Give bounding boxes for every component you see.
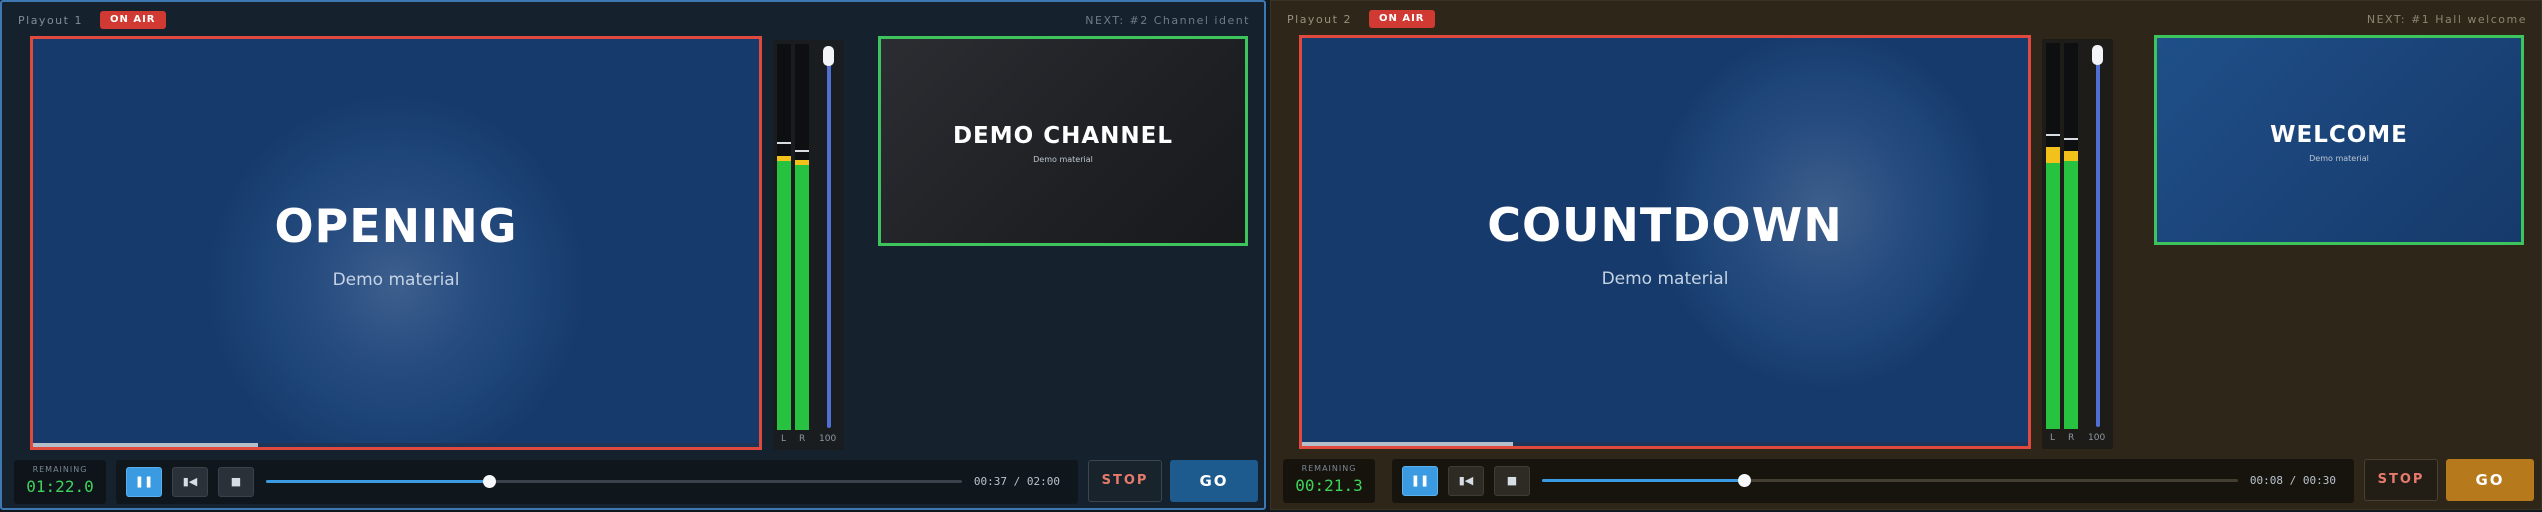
playout-panel-1: Playout 1 ON AIR NEXT: #2 Channel ident … bbox=[0, 0, 1266, 510]
vu-label-left: L bbox=[781, 434, 787, 444]
next-item-label: NEXT: #1 Hall welcome bbox=[2366, 13, 2527, 26]
program-subtitle: Demo material bbox=[1601, 269, 1729, 289]
volume-slider-handle[interactable] bbox=[2092, 45, 2103, 65]
program-title: OPENING bbox=[274, 199, 518, 253]
playout-title: Playout 2 bbox=[1287, 13, 1352, 26]
vu-peak-right bbox=[2064, 137, 2078, 140]
stop-icon: ■ bbox=[1506, 474, 1518, 487]
vu-level-left bbox=[2046, 147, 2060, 429]
playout-title: Playout 1 bbox=[18, 14, 83, 27]
pause-icon: ❚❚ bbox=[1410, 474, 1430, 487]
remaining-value: 00:21.3 bbox=[1295, 476, 1363, 495]
pause-icon: ❚❚ bbox=[134, 475, 154, 488]
preview-monitor: DEMO CHANNEL Demo material bbox=[878, 36, 1248, 246]
vu-label-right: R bbox=[2068, 433, 2075, 443]
vu-level-right bbox=[2064, 151, 2078, 429]
stop-button[interactable]: STOP bbox=[1088, 460, 1162, 502]
stop-transport-button[interactable]: ■ bbox=[1494, 466, 1530, 496]
preview-title: DEMO CHANNEL bbox=[952, 123, 1174, 149]
volume-slider-handle[interactable] bbox=[823, 46, 834, 66]
seek-fill bbox=[266, 480, 489, 483]
vu-level-right bbox=[795, 159, 809, 430]
remaining-label: REMAINING bbox=[1301, 464, 1357, 473]
volume-slider-track[interactable] bbox=[827, 50, 831, 428]
go-button[interactable]: GO bbox=[2446, 459, 2534, 501]
program-monitor: COUNTDOWN Demo material bbox=[1299, 35, 2031, 449]
vu-meter-right bbox=[795, 44, 809, 430]
pause-button[interactable]: ❚❚ bbox=[1402, 466, 1438, 496]
program-progress-bar bbox=[1302, 442, 1513, 446]
program-monitor: OPENING Demo material bbox=[30, 36, 762, 450]
seek-bar[interactable] bbox=[266, 475, 962, 488]
seek-bar[interactable] bbox=[1542, 474, 2238, 487]
go-button[interactable]: GO bbox=[1170, 460, 1258, 502]
remaining-time: REMAINING 01:22.0 bbox=[14, 460, 106, 504]
playout-panel-2: Playout 2 ON AIR NEXT: #1 Hall welcome C… bbox=[1270, 0, 2542, 510]
seek-fill bbox=[1542, 479, 1744, 482]
transport-bar: ❚❚ ▮◀ ■ 00:37 / 02:00 bbox=[116, 460, 1078, 504]
vu-label-left: L bbox=[2050, 433, 2056, 443]
volume-label: 100 bbox=[2088, 433, 2106, 443]
vu-meter-right bbox=[2064, 43, 2078, 429]
program-progress-bar bbox=[33, 443, 259, 447]
skip-back-button[interactable]: ▮◀ bbox=[172, 467, 208, 497]
remaining-time: REMAINING 00:21.3 bbox=[1283, 459, 1375, 503]
preview-monitor: WELCOME Demo material bbox=[2154, 35, 2524, 245]
stop-icon: ■ bbox=[230, 475, 242, 488]
seek-handle[interactable] bbox=[482, 475, 496, 488]
remaining-value: 01:22.0 bbox=[26, 477, 94, 496]
next-item-label: NEXT: #2 Channel ident bbox=[1085, 14, 1250, 27]
vu-level-left bbox=[777, 155, 791, 430]
pause-button[interactable]: ❚❚ bbox=[126, 467, 162, 497]
on-air-badge: ON AIR bbox=[1369, 10, 1435, 28]
vu-meter-left bbox=[777, 44, 791, 430]
preview-title: WELCOME bbox=[2270, 122, 2408, 148]
seek-handle[interactable] bbox=[1737, 474, 1751, 487]
skip-back-icon: ▮◀ bbox=[182, 475, 198, 488]
volume-slider-track[interactable] bbox=[2096, 49, 2100, 427]
audio-meter: L R 100 bbox=[2042, 39, 2113, 449]
vu-meter-left bbox=[2046, 43, 2060, 429]
time-readout: 00:08 / 00:30 bbox=[2249, 474, 2336, 487]
volume-label: 100 bbox=[819, 434, 837, 444]
audio-meter: L R 100 bbox=[773, 40, 844, 450]
vu-label-right: R bbox=[799, 434, 806, 444]
skip-back-button[interactable]: ▮◀ bbox=[1448, 466, 1484, 496]
stop-transport-button[interactable]: ■ bbox=[218, 467, 254, 497]
vu-peak-left bbox=[777, 142, 791, 145]
on-air-badge: ON AIR bbox=[100, 11, 166, 29]
vu-peak-right bbox=[795, 150, 809, 153]
preview-subtitle: Demo material bbox=[1033, 155, 1093, 164]
preview-subtitle: Demo material bbox=[2309, 154, 2369, 163]
program-title: COUNTDOWN bbox=[1487, 198, 1843, 252]
program-subtitle: Demo material bbox=[332, 270, 460, 290]
playout-dashboard: Playout 1 ON AIR NEXT: #2 Channel ident … bbox=[0, 0, 2542, 512]
skip-back-icon: ▮◀ bbox=[1458, 474, 1474, 487]
vu-peak-left bbox=[2046, 133, 2060, 136]
stop-button[interactable]: STOP bbox=[2364, 459, 2438, 501]
remaining-label: REMAINING bbox=[32, 465, 88, 474]
time-readout: 00:37 / 02:00 bbox=[973, 475, 1060, 488]
transport-bar: ❚❚ ▮◀ ■ 00:08 / 00:30 bbox=[1392, 459, 2354, 503]
